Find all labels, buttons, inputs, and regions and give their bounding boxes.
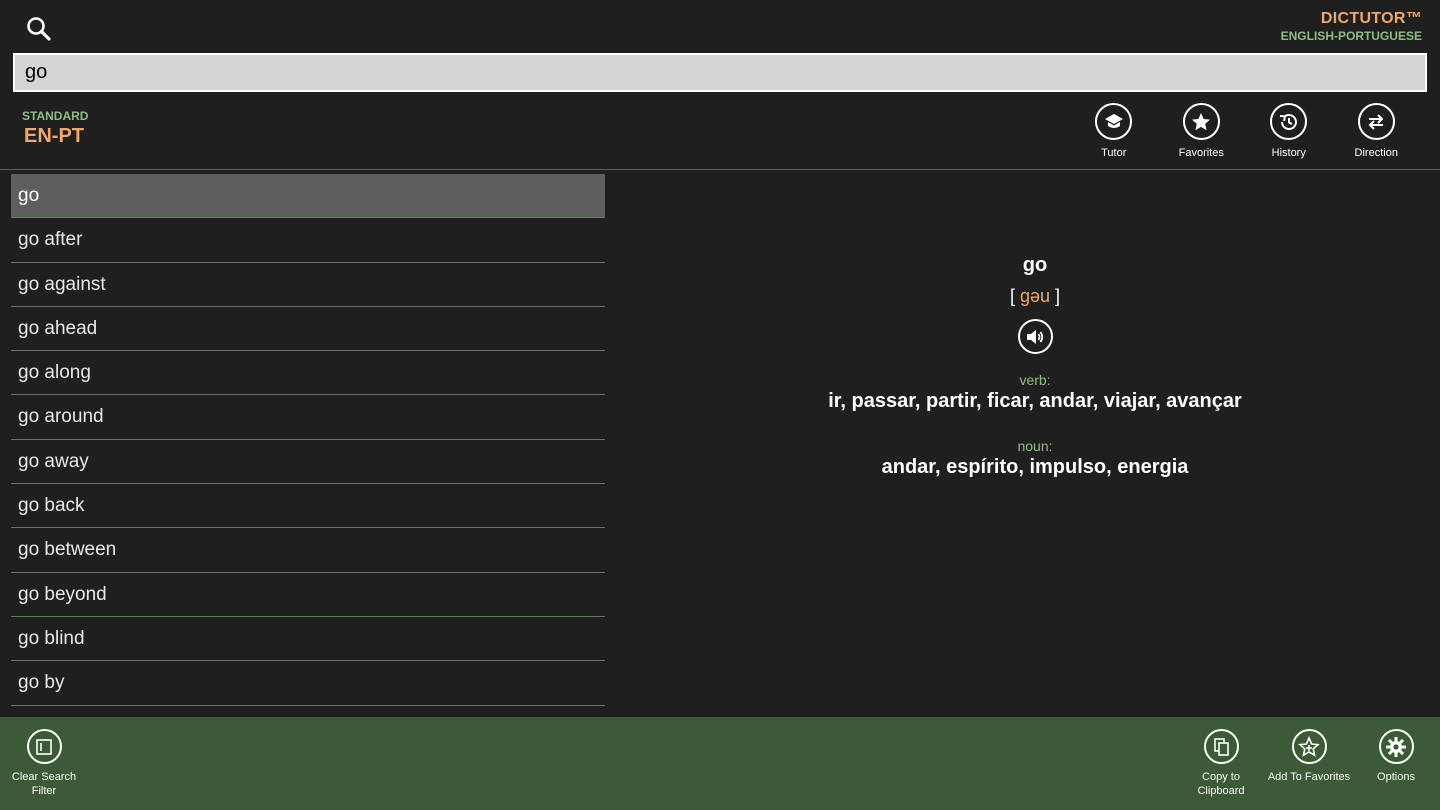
phonetic-close-bracket: ]	[1050, 286, 1061, 306]
list-item[interactable]: go against	[11, 263, 605, 307]
copy-to-clipboard-label: Copy to Clipboard	[1176, 770, 1266, 798]
dictionary-language-pair[interactable]: EN-PT	[24, 125, 84, 148]
list-item[interactable]: go ahead	[11, 307, 605, 352]
options-button[interactable]: Options	[1351, 729, 1440, 784]
pronounce-button[interactable]	[1017, 319, 1053, 354]
add-star-icon	[1291, 729, 1327, 764]
brand: DICTUTOR™ ENGLISH-PORTUGUESE	[1281, 10, 1422, 43]
copy-icon	[1203, 729, 1239, 764]
add-to-favorites-label: Add To Favorites	[1267, 771, 1351, 783]
search-icon[interactable]	[24, 14, 54, 44]
add-to-favorites-button[interactable]: Add To Favorites	[1264, 729, 1354, 784]
swap-direction-icon	[1357, 103, 1395, 140]
direction-label: Direction	[1354, 147, 1398, 159]
app-subtitle: ENGLISH-PORTUGUESE	[1280, 29, 1422, 43]
history-icon	[1270, 103, 1308, 140]
list-item[interactable]: go after	[11, 218, 605, 263]
tutor-button[interactable]: Tutor	[1070, 103, 1158, 159]
word-list[interactable]: go go after go against go ahead go along…	[11, 174, 605, 714]
search-input[interactable]	[13, 53, 1427, 92]
clear-search-filter-label: Clear Search Filter	[0, 770, 89, 798]
star-icon	[1182, 103, 1220, 140]
favorites-label: Favorites	[1178, 147, 1224, 159]
list-item[interactable]: go away	[11, 440, 605, 485]
favorites-button[interactable]: Favorites	[1158, 103, 1246, 159]
header-divider	[0, 169, 1440, 170]
dictionary-mode-label: STANDARD	[22, 109, 89, 123]
list-item[interactable]: go along	[11, 351, 605, 396]
clear-search-filter-label-line1: Clear Search	[11, 771, 77, 783]
tutor-icon	[1095, 103, 1133, 140]
phonetic-open-bracket: [	[1009, 286, 1020, 306]
definition-word: go	[1022, 254, 1048, 276]
part-of-speech-verb: verb:	[1019, 372, 1051, 388]
copy-label-line2: Clipboard	[1197, 785, 1245, 797]
phonetic-text: gəu	[1019, 286, 1051, 306]
list-item[interactable]: go back	[11, 484, 605, 529]
list-item[interactable]: go between	[11, 528, 605, 573]
copy-label-line1: Copy to	[1202, 771, 1240, 783]
list-item[interactable]: go beyond	[11, 573, 605, 617]
gear-icon	[1378, 729, 1414, 764]
copy-to-clipboard-button[interactable]: Copy to Clipboard	[1176, 729, 1266, 798]
list-item[interactable]: go	[11, 174, 605, 219]
definition-panel: go [ gəu ] verb: ir, passar, partir, fic…	[630, 250, 1440, 479]
tutor-label: Tutor	[1101, 147, 1127, 159]
top-toolbar: Tutor Favorites History Direction	[1070, 103, 1420, 159]
bottom-app-bar: Clear Search Filter Copy to Clipboard Add …	[0, 717, 1440, 810]
dictionary-app: DICTUTOR™ ENGLISH-PORTUGUESE STANDARD EN…	[0, 0, 1440, 810]
direction-button[interactable]: Direction	[1333, 103, 1421, 159]
translations-noun: andar, espírito, impulso, energia	[881, 456, 1189, 478]
options-label: Options	[1377, 771, 1415, 783]
history-button[interactable]: History	[1245, 103, 1333, 159]
list-item[interactable]: go blind	[11, 617, 605, 662]
list-item[interactable]: go by	[11, 661, 605, 706]
clear-search-filter-label-line2: Filter	[31, 785, 57, 797]
history-label: History	[1271, 147, 1306, 159]
speaker-icon	[1017, 319, 1053, 354]
app-title: DICTUTOR™	[1320, 10, 1422, 27]
part-of-speech-noun: noun:	[1017, 438, 1053, 454]
clear-filter-icon	[26, 729, 62, 764]
translations-verb: ir, passar, partir, ficar, andar, viajar…	[828, 390, 1242, 412]
phonetic-transcription: [ gəu ]	[630, 286, 1440, 307]
list-item[interactable]: go around	[11, 395, 605, 440]
clear-search-filter-button[interactable]: Clear Search Filter	[0, 729, 89, 798]
